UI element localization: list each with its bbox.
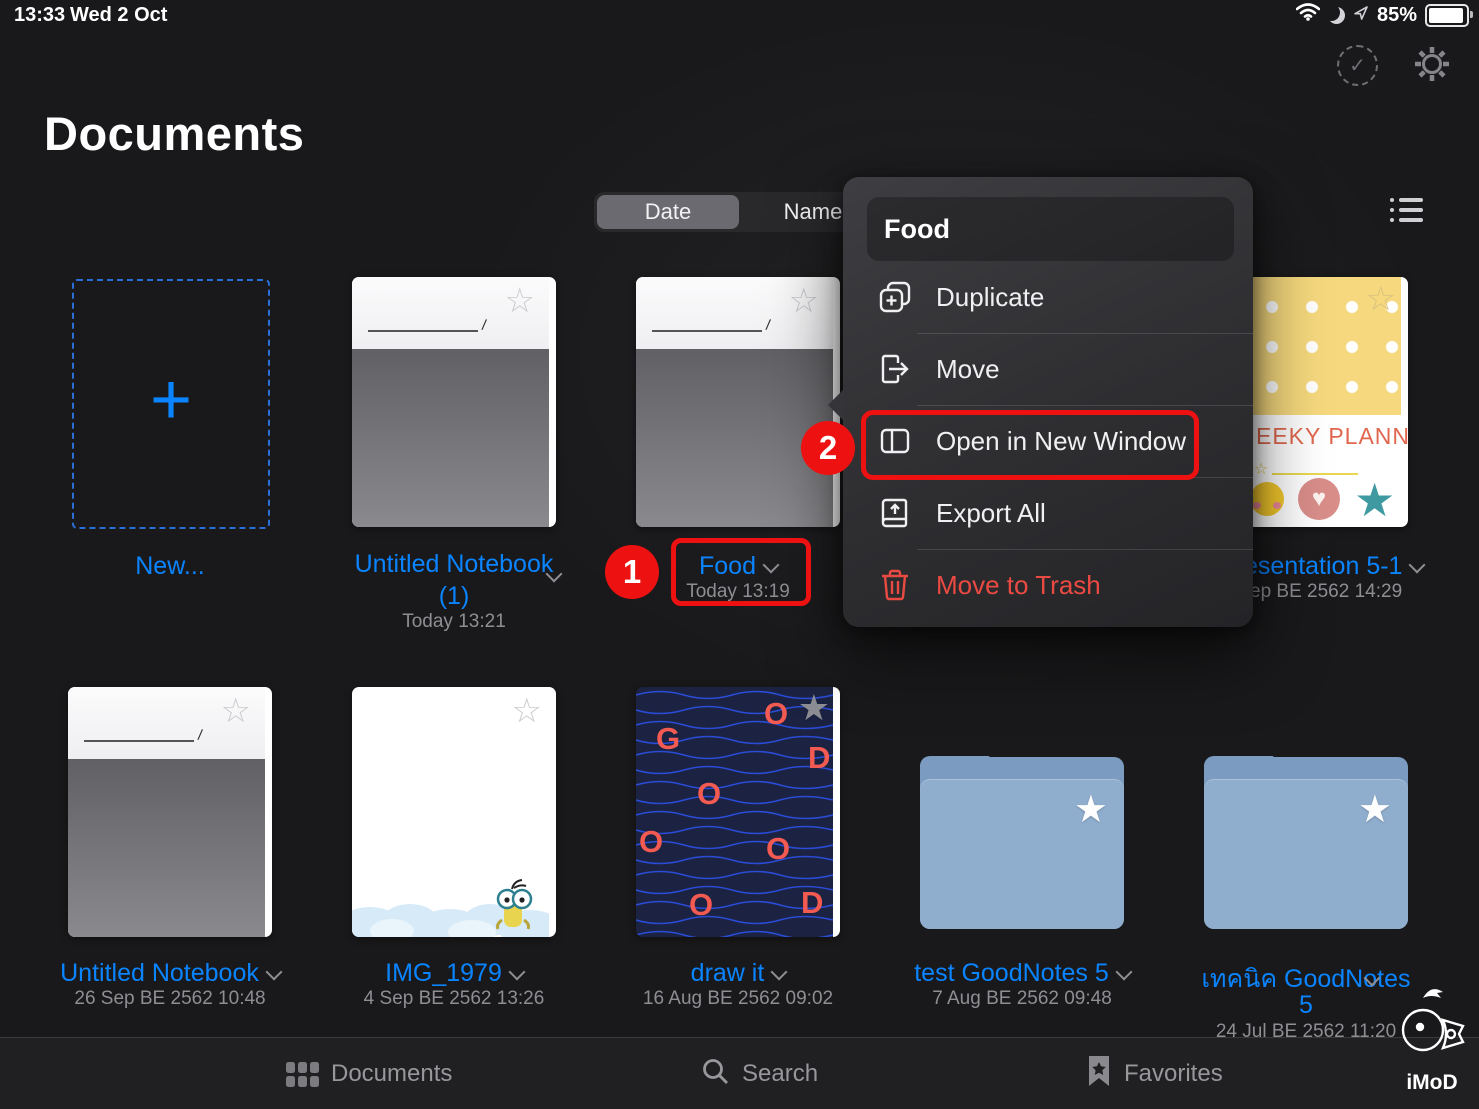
location-arrow-icon	[1353, 4, 1369, 27]
documents-grid-icon	[286, 1062, 319, 1087]
favorite-star-icon[interactable]: ☆	[221, 691, 251, 731]
imod-fish-logo	[1393, 982, 1471, 1068]
list-view-icon[interactable]	[1390, 198, 1423, 222]
document-title-presentation[interactable]: esentation 5-1	[1244, 552, 1423, 581]
step-2-highlight-rect	[861, 410, 1199, 480]
document-title[interactable]: Untitled Notebook	[50, 959, 290, 988]
step-1-highlight-rect	[671, 538, 811, 606]
menu-item-move[interactable]: Move	[843, 333, 1253, 405]
do-not-disturb-moon-icon	[1328, 7, 1345, 24]
notebook-thumbnail-food[interactable]: / ☆	[636, 277, 840, 527]
context-menu-popover: Food Duplicate Move	[843, 177, 1253, 627]
chevron-down-icon[interactable]	[771, 964, 788, 981]
document-title[interactable]: Untitled Notebook	[334, 550, 574, 579]
tab-documents[interactable]: Documents	[286, 1038, 452, 1109]
chevron-down-icon[interactable]	[1115, 964, 1132, 981]
plus-icon: +	[150, 364, 192, 436]
document-title[interactable]: draw it	[618, 959, 858, 988]
favorite-star-icon[interactable]: ☆	[1366, 279, 1396, 319]
imod-watermark: iMoD	[1392, 982, 1472, 1095]
bottom-tab-bar: Documents Search Favorites	[0, 1037, 1479, 1109]
select-documents-button[interactable]: ✓	[1337, 45, 1378, 86]
chevron-down-icon[interactable]	[1409, 557, 1426, 574]
favorite-star-icon-filled[interactable]: ★	[798, 687, 830, 729]
wifi-icon	[1296, 3, 1320, 27]
cover-letter: O	[639, 824, 663, 860]
folder-title-line2[interactable]: 5	[1186, 991, 1426, 1020]
image-thumbnail-img-1979[interactable]: ☆	[352, 687, 556, 937]
folder-date: 7 Aug BE 2562 09:48	[902, 988, 1142, 1010]
planner-cover-text: EEKY PLANNER	[1256, 423, 1408, 450]
export-icon	[876, 496, 914, 530]
tab-search[interactable]: Search	[700, 1038, 818, 1109]
cover-letter: D	[801, 885, 823, 921]
folder-title[interactable]: test GoodNotes 5	[902, 959, 1142, 988]
status-bar: 13:33 Wed 2 Oct 85%	[0, 0, 1479, 30]
favorite-star-icon[interactable]: ☆	[505, 281, 535, 321]
folder-technic-goodnotes-5[interactable]: ★	[1204, 757, 1408, 929]
heart-icon: ♥	[1298, 478, 1340, 520]
cover-letter: O	[697, 776, 721, 812]
new-document-label[interactable]: New...	[85, 552, 255, 581]
status-time: 13:33	[14, 4, 65, 27]
tab-favorites[interactable]: Favorites	[1086, 1038, 1223, 1109]
notebook-thumbnail-untitled[interactable]: / ☆	[68, 687, 272, 937]
document-date: 4 Sep BE 2562 13:26	[334, 988, 574, 1010]
page-title: Documents	[44, 106, 304, 161]
move-icon	[876, 352, 914, 386]
sort-segmented-control: Date Name	[594, 192, 884, 232]
document-title[interactable]: IMG_1979	[334, 959, 574, 988]
search-icon	[700, 1056, 730, 1093]
cover-letter: G	[656, 721, 680, 757]
goodnotes-documents-screen: 13:33 Wed 2 Oct 85% Documents ✓	[0, 0, 1479, 1109]
notebook-thumbnail-untitled-1[interactable]: / ☆	[352, 277, 556, 527]
cover-letter: O	[766, 831, 790, 867]
step-1-badge: 1	[605, 545, 659, 599]
document-date: ep BE 2562 14:29	[1250, 581, 1402, 603]
cover-letter: D	[808, 740, 830, 776]
document-date: 26 Sep BE 2562 10:48	[50, 988, 290, 1010]
menu-item-export-all[interactable]: Export All	[843, 477, 1253, 549]
chevron-down-icon[interactable]	[508, 964, 525, 981]
cover-letter: O	[764, 696, 788, 732]
favorite-star-icon[interactable]: ☆	[789, 281, 819, 321]
trash-icon	[876, 568, 914, 602]
step-2-badge: 2	[801, 421, 855, 475]
battery-icon	[1425, 4, 1469, 27]
new-document-card[interactable]: +	[72, 279, 270, 529]
notebook-thumbnail-draw-it[interactable]: O G D O O O O D ★	[636, 687, 840, 937]
cover-letter: O	[689, 887, 713, 923]
document-date: 16 Aug BE 2562 09:02	[618, 988, 858, 1010]
battery-percent: 85%	[1377, 4, 1417, 27]
emoji-face-icon	[1250, 482, 1284, 516]
small-star-icon: ☆	[1254, 459, 1268, 479]
rename-field[interactable]: Food	[867, 197, 1234, 261]
menu-item-duplicate[interactable]: Duplicate	[843, 261, 1253, 333]
favorite-star-icon-filled[interactable]: ★	[1074, 787, 1108, 832]
duplicate-icon	[876, 280, 914, 314]
teal-star-icon: ★	[1354, 473, 1395, 527]
chevron-down-icon[interactable]	[265, 964, 282, 981]
favorite-star-icon-filled[interactable]: ★	[1358, 787, 1392, 832]
folder-test-goodnotes-5[interactable]: ★	[920, 757, 1124, 929]
menu-item-move-to-trash[interactable]: Move to Trash	[843, 549, 1253, 621]
document-title-line2[interactable]: (1)	[334, 582, 574, 611]
favorite-star-icon[interactable]: ☆	[512, 691, 542, 731]
settings-gear-icon[interactable]	[1413, 45, 1451, 88]
favorites-bookmark-icon	[1086, 1055, 1112, 1094]
sort-by-date-segment[interactable]: Date	[597, 195, 739, 229]
status-date: Wed 2 Oct	[70, 4, 167, 27]
document-date: Today 13:21	[334, 611, 574, 633]
